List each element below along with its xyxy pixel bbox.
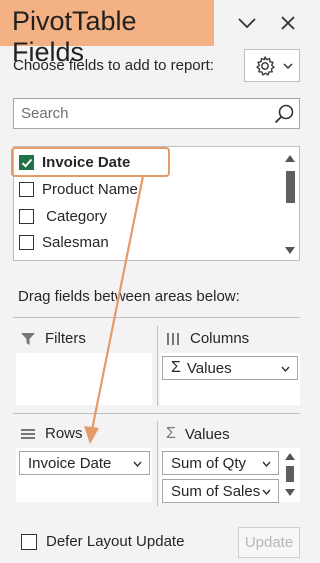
field-item-invoice-date[interactable]: Invoice Date: [19, 151, 130, 173]
search-input[interactable]: [14, 99, 254, 128]
chevron-down-icon[interactable]: [281, 366, 290, 372]
close-icon[interactable]: [277, 12, 299, 34]
scroll-down-icon[interactable]: [285, 247, 295, 255]
field-list-scrollbar[interactable]: [282, 148, 298, 259]
field-label: Product Name: [42, 180, 138, 198]
scroll-up-icon[interactable]: [285, 154, 295, 162]
tools-button[interactable]: [244, 49, 300, 82]
gear-icon: [256, 56, 275, 76]
columns-field-values[interactable]: Σ Values: [162, 356, 298, 380]
search-icon[interactable]: [273, 103, 295, 125]
defer-label: Defer Layout Update: [46, 533, 185, 550]
defer-checkbox[interactable]: [21, 533, 37, 550]
field-list: Invoice Date Product Name Category Sales…: [13, 146, 300, 261]
rows-area-header: Rows: [21, 425, 83, 442]
filters-drop-zone[interactable]: [16, 353, 152, 405]
rows-item-label: Invoice Date: [28, 454, 112, 472]
areas-divider-top: [13, 317, 300, 318]
sigma-icon: Σ: [166, 425, 176, 442]
field-item-salesman[interactable]: Salesman: [19, 231, 109, 253]
sigma-icon: Σ: [171, 359, 181, 376]
field-item-product-name[interactable]: Product Name: [19, 178, 138, 200]
values-label: Values: [184, 425, 230, 443]
chevron-down-icon: [283, 63, 293, 70]
values-field-sum-of-sales[interactable]: Sum of Sales: [162, 479, 279, 503]
chevron-down-icon[interactable]: [133, 461, 142, 467]
columns-label: Columns: [190, 330, 250, 347]
field-item-category[interactable]: Category: [19, 205, 107, 227]
field-checkbox[interactable]: [19, 181, 34, 197]
scrollbar-thumb[interactable]: [286, 171, 295, 203]
values-field-sum-of-qty[interactable]: Sum of Qty: [162, 451, 279, 475]
areas-divider-vertical-bottom: [157, 421, 158, 506]
values-item-label: Sum of Sales: [171, 482, 261, 500]
field-checkbox[interactable]: [19, 154, 34, 170]
field-checkbox[interactable]: [19, 234, 34, 250]
search-box[interactable]: [13, 98, 300, 129]
chevron-down-icon[interactable]: [236, 12, 258, 34]
values-scrollbar[interactable]: [283, 450, 297, 500]
areas-divider-middle: [13, 413, 300, 414]
values-item-label: Sum of Qty: [171, 454, 247, 472]
filters-label: Filters: [45, 330, 86, 347]
filter-icon: [21, 332, 35, 345]
drag-fields-label: Drag fields between areas below:: [18, 288, 240, 305]
choose-fields-label: Choose fields to add to report:: [13, 57, 214, 74]
update-button[interactable]: Update: [238, 527, 300, 558]
check-icon: [21, 158, 33, 168]
values-scrollbar-graphic[interactable]: [283, 450, 297, 500]
field-label: Invoice Date: [42, 153, 131, 171]
columns-item-label: Values: [186, 359, 232, 377]
rows-field-invoice-date[interactable]: Invoice Date: [19, 451, 150, 475]
filters-area-header: Filters: [21, 330, 86, 347]
values-area-header: Σ Values: [166, 425, 230, 443]
pane-title: PivotTable Fields: [0, 0, 214, 67]
chevron-down-icon[interactable]: [262, 489, 271, 495]
field-label: Salesman: [42, 233, 109, 251]
chevron-down-icon[interactable]: [262, 461, 271, 467]
field-label: Category: [42, 207, 108, 225]
columns-icon: [167, 332, 179, 345]
rows-icon: [21, 428, 35, 439]
field-checkbox[interactable]: [19, 208, 34, 224]
areas-divider-vertical-top: [157, 326, 158, 406]
rows-label: Rows: [45, 425, 83, 442]
columns-area-header: Columns: [166, 330, 249, 347]
defer-layout-update[interactable]: Defer Layout Update: [21, 533, 184, 550]
